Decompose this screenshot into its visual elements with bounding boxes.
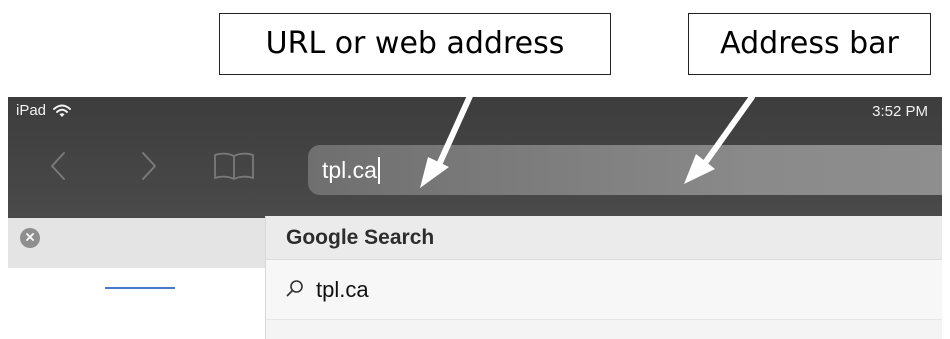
text-caret	[377, 156, 380, 184]
status-time: 3:52 PM	[872, 103, 928, 120]
close-icon	[25, 229, 35, 247]
book-icon	[212, 150, 256, 187]
search-icon	[286, 277, 304, 303]
address-value: tpl.ca	[322, 156, 377, 183]
suggestions-header: Google Search	[266, 216, 942, 260]
chevron-left-icon	[50, 151, 66, 186]
device-name: iPad	[16, 102, 47, 119]
address-input[interactable]: tpl.ca	[322, 156, 380, 184]
url-callout-label: URL or web address	[219, 13, 611, 75]
tab-indicator-line	[105, 287, 175, 289]
address-bar-callout-text: Address bar	[720, 26, 899, 61]
search-suggestions-panel: Google Search tpl.ca	[266, 216, 942, 339]
suggestion-item[interactable]: tpl.ca	[266, 260, 942, 320]
url-callout-text: URL or web address	[265, 26, 565, 61]
close-tab-button[interactable]	[20, 228, 40, 248]
ipad-safari-screenshot: iPad 3:52 PM tpl.ca Google Search tpl.ca	[8, 97, 942, 339]
back-button[interactable]	[38, 143, 78, 193]
address-bar-callout-label: Address bar	[688, 13, 931, 75]
suggestion-text: tpl.ca	[316, 276, 369, 302]
chevron-right-icon	[141, 151, 157, 186]
bookmarks-button[interactable]	[208, 143, 260, 193]
address-bar[interactable]: tpl.ca	[308, 145, 942, 195]
wifi-icon	[53, 104, 72, 118]
status-bar-left: iPad	[16, 102, 72, 119]
forward-button[interactable]	[129, 143, 169, 193]
